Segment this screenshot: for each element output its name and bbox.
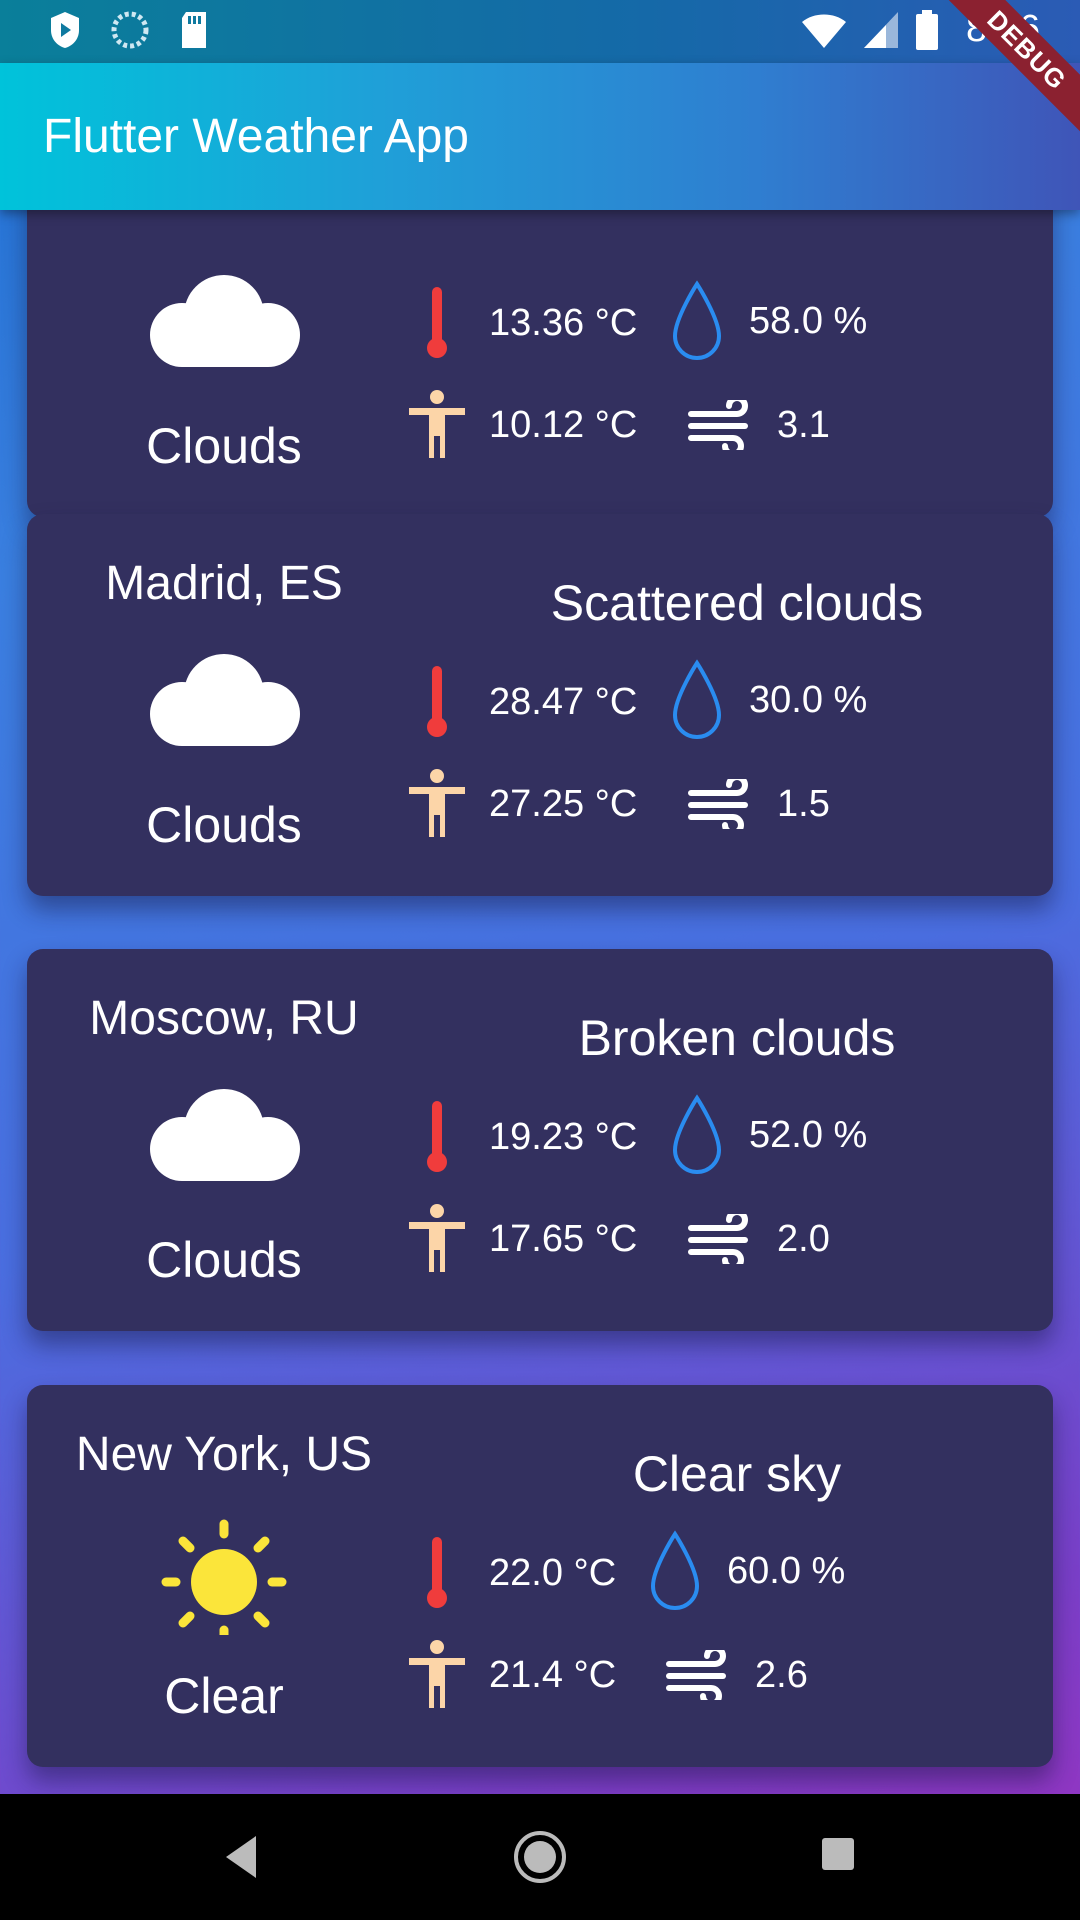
feels-like-stat: 27.25 °C bbox=[407, 769, 637, 839]
weather-condition: Clouds bbox=[146, 1232, 302, 1288]
weather-condition: Clouds bbox=[146, 797, 302, 853]
humidity-value: 30.0 % bbox=[749, 678, 868, 721]
app-bar: Flutter Weather App bbox=[0, 63, 1080, 210]
humidity-value: 60.0 % bbox=[727, 1549, 846, 1592]
humidity-value: 58.0 % bbox=[749, 299, 868, 342]
weather-card[interactable]: Clouds 13.36 °C 58.0 % 10.12 °C 3.1 bbox=[27, 210, 1053, 517]
humidity-stat: 58.0 % bbox=[667, 280, 867, 362]
wifi-icon bbox=[802, 14, 847, 48]
wind-stat: 3.1 bbox=[687, 400, 830, 450]
play-protect-icon bbox=[51, 12, 79, 48]
temperature-stat: 28.47 °C bbox=[407, 664, 637, 740]
cloud-icon bbox=[150, 275, 300, 367]
temperature-value: 28.47 °C bbox=[489, 680, 638, 723]
wind-value: 3.1 bbox=[777, 403, 830, 446]
temperature-value: 22.0 °C bbox=[489, 1551, 617, 1594]
wind-icon bbox=[688, 779, 748, 829]
humidity-drop-icon bbox=[672, 280, 722, 360]
weather-description: Clear sky bbox=[632, 1446, 842, 1502]
person-icon bbox=[409, 1640, 465, 1708]
feels-like-stat: 21.4 °C bbox=[407, 1640, 616, 1710]
temperature-stat: 13.36 °C bbox=[407, 285, 637, 361]
wind-stat: 2.6 bbox=[665, 1650, 808, 1700]
city-name: New York, US bbox=[75, 1428, 373, 1481]
home-icon[interactable] bbox=[512, 1829, 568, 1885]
thermometer-icon bbox=[427, 1537, 447, 1608]
wind-stat: 1.5 bbox=[687, 779, 830, 829]
humidity-stat: 30.0 % bbox=[667, 659, 867, 741]
weather-description: Broken clouds bbox=[578, 1010, 896, 1066]
signal-icon bbox=[864, 11, 899, 48]
back-icon[interactable] bbox=[220, 1832, 264, 1882]
humidity-drop-icon bbox=[650, 1530, 700, 1610]
wind-value: 2.6 bbox=[755, 1653, 808, 1696]
weather-condition: Clear bbox=[164, 1668, 284, 1724]
weather-condition: Clouds bbox=[146, 418, 302, 474]
wind-value: 2.0 bbox=[777, 1217, 830, 1260]
weather-description: Scattered clouds bbox=[550, 575, 924, 631]
temperature-stat: 19.23 °C bbox=[407, 1099, 637, 1175]
sd-card-icon bbox=[182, 12, 206, 48]
city-name: Moscow, RU bbox=[89, 992, 359, 1045]
wind-icon bbox=[688, 1214, 748, 1264]
person-icon bbox=[409, 769, 465, 837]
humidity-drop-icon bbox=[672, 659, 722, 739]
temperature-value: 19.23 °C bbox=[489, 1115, 638, 1158]
wind-value: 1.5 bbox=[777, 782, 830, 825]
navigation-bar bbox=[0, 1794, 1080, 1920]
status-bar: 8:36 bbox=[0, 0, 1080, 63]
feels-like-value: 17.65 °C bbox=[489, 1217, 638, 1260]
feels-like-stat: 10.12 °C bbox=[407, 390, 637, 460]
city-name: Madrid, ES bbox=[105, 557, 343, 610]
recents-icon[interactable] bbox=[820, 1836, 856, 1872]
thermometer-icon bbox=[427, 287, 447, 358]
feels-like-value: 10.12 °C bbox=[489, 403, 638, 446]
weather-card[interactable]: Madrid, ES Scattered clouds Clouds 28.47… bbox=[27, 514, 1053, 896]
humidity-drop-icon bbox=[672, 1094, 722, 1174]
thermometer-icon bbox=[427, 1101, 447, 1172]
notification-icons bbox=[48, 10, 210, 50]
sun-icon bbox=[161, 1519, 287, 1635]
humidity-stat: 52.0 % bbox=[667, 1094, 867, 1176]
weather-card[interactable]: Moscow, RU Broken clouds Clouds 19.23 °C… bbox=[27, 949, 1053, 1331]
humidity-value: 52.0 % bbox=[749, 1113, 868, 1156]
feels-like-stat: 17.65 °C bbox=[407, 1204, 637, 1274]
wind-icon bbox=[688, 400, 748, 450]
battery-icon bbox=[916, 9, 939, 50]
person-icon bbox=[409, 390, 465, 458]
humidity-stat: 60.0 % bbox=[645, 1530, 845, 1612]
temperature-value: 13.36 °C bbox=[489, 301, 638, 344]
feels-like-value: 27.25 °C bbox=[489, 782, 638, 825]
feels-like-value: 21.4 °C bbox=[489, 1653, 617, 1696]
wind-icon bbox=[666, 1650, 726, 1700]
weather-card[interactable]: New York, US Clear sky Clear 22.0 °C 60.… bbox=[27, 1385, 1053, 1767]
thermometer-icon bbox=[427, 666, 447, 737]
person-icon bbox=[409, 1204, 465, 1272]
app-title: Flutter Weather App bbox=[43, 110, 469, 163]
cloud-icon bbox=[150, 654, 300, 746]
wind-stat: 2.0 bbox=[687, 1214, 830, 1264]
weather-list[interactable]: Clouds 13.36 °C 58.0 % 10.12 °C 3.1 Madr… bbox=[0, 210, 1080, 1794]
sync-icon bbox=[111, 11, 149, 49]
temperature-stat: 22.0 °C bbox=[407, 1535, 616, 1611]
cloud-icon bbox=[150, 1089, 300, 1181]
